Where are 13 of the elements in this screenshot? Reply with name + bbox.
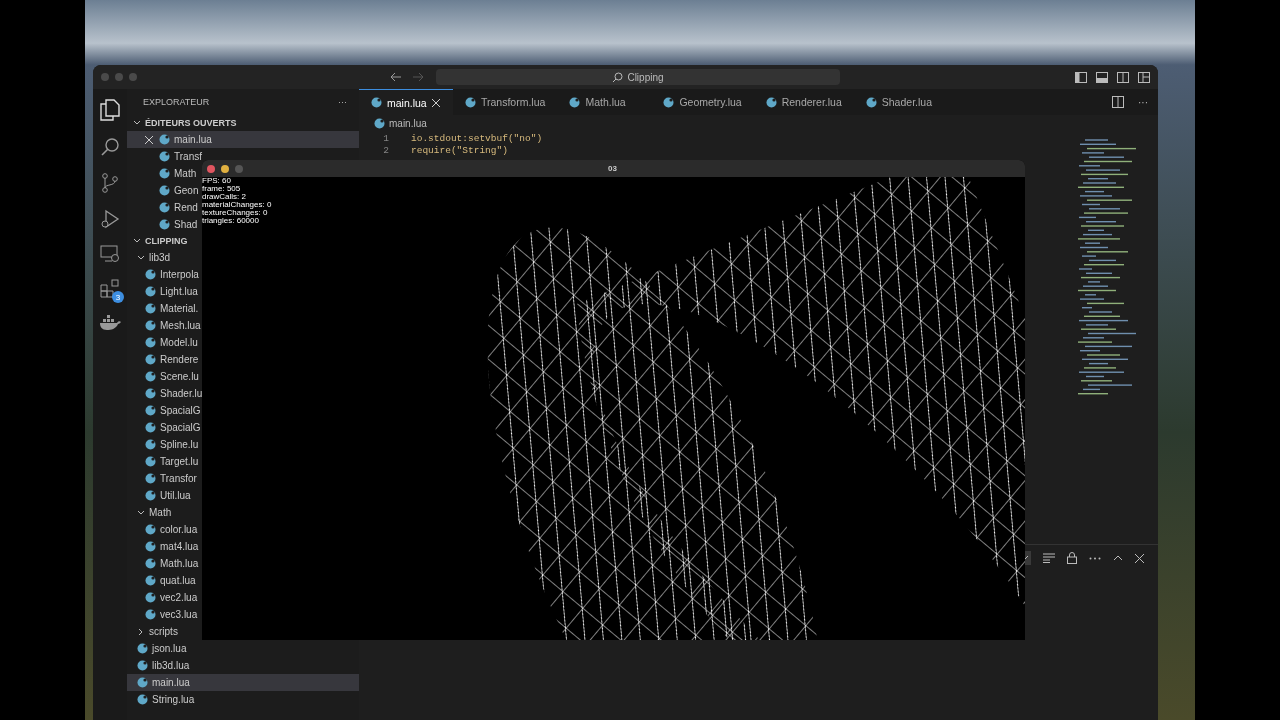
stats-text: textureChanges: 0 <box>202 209 269 217</box>
notification-badge: 3 <box>112 291 124 303</box>
stats-text: drawCalls: 2 <box>202 193 247 201</box>
stats-text: frame: 505 <box>202 185 242 193</box>
code-line: io.stdout:setvbuf("no") <box>411 133 543 145</box>
line-number: 1 <box>382 133 389 145</box>
stats-text: triangles: 60000 <box>202 217 259 225</box>
panel-title: EXPLORATEUR <box>143 97 210 107</box>
code-line: require("String") <box>411 145 508 157</box>
line-number: 2 <box>382 145 389 157</box>
stats-text: materialChanges: 0 <box>202 201 272 209</box>
window-title: 03 <box>608 164 617 173</box>
stats-text: FPS: 60 <box>202 177 232 185</box>
